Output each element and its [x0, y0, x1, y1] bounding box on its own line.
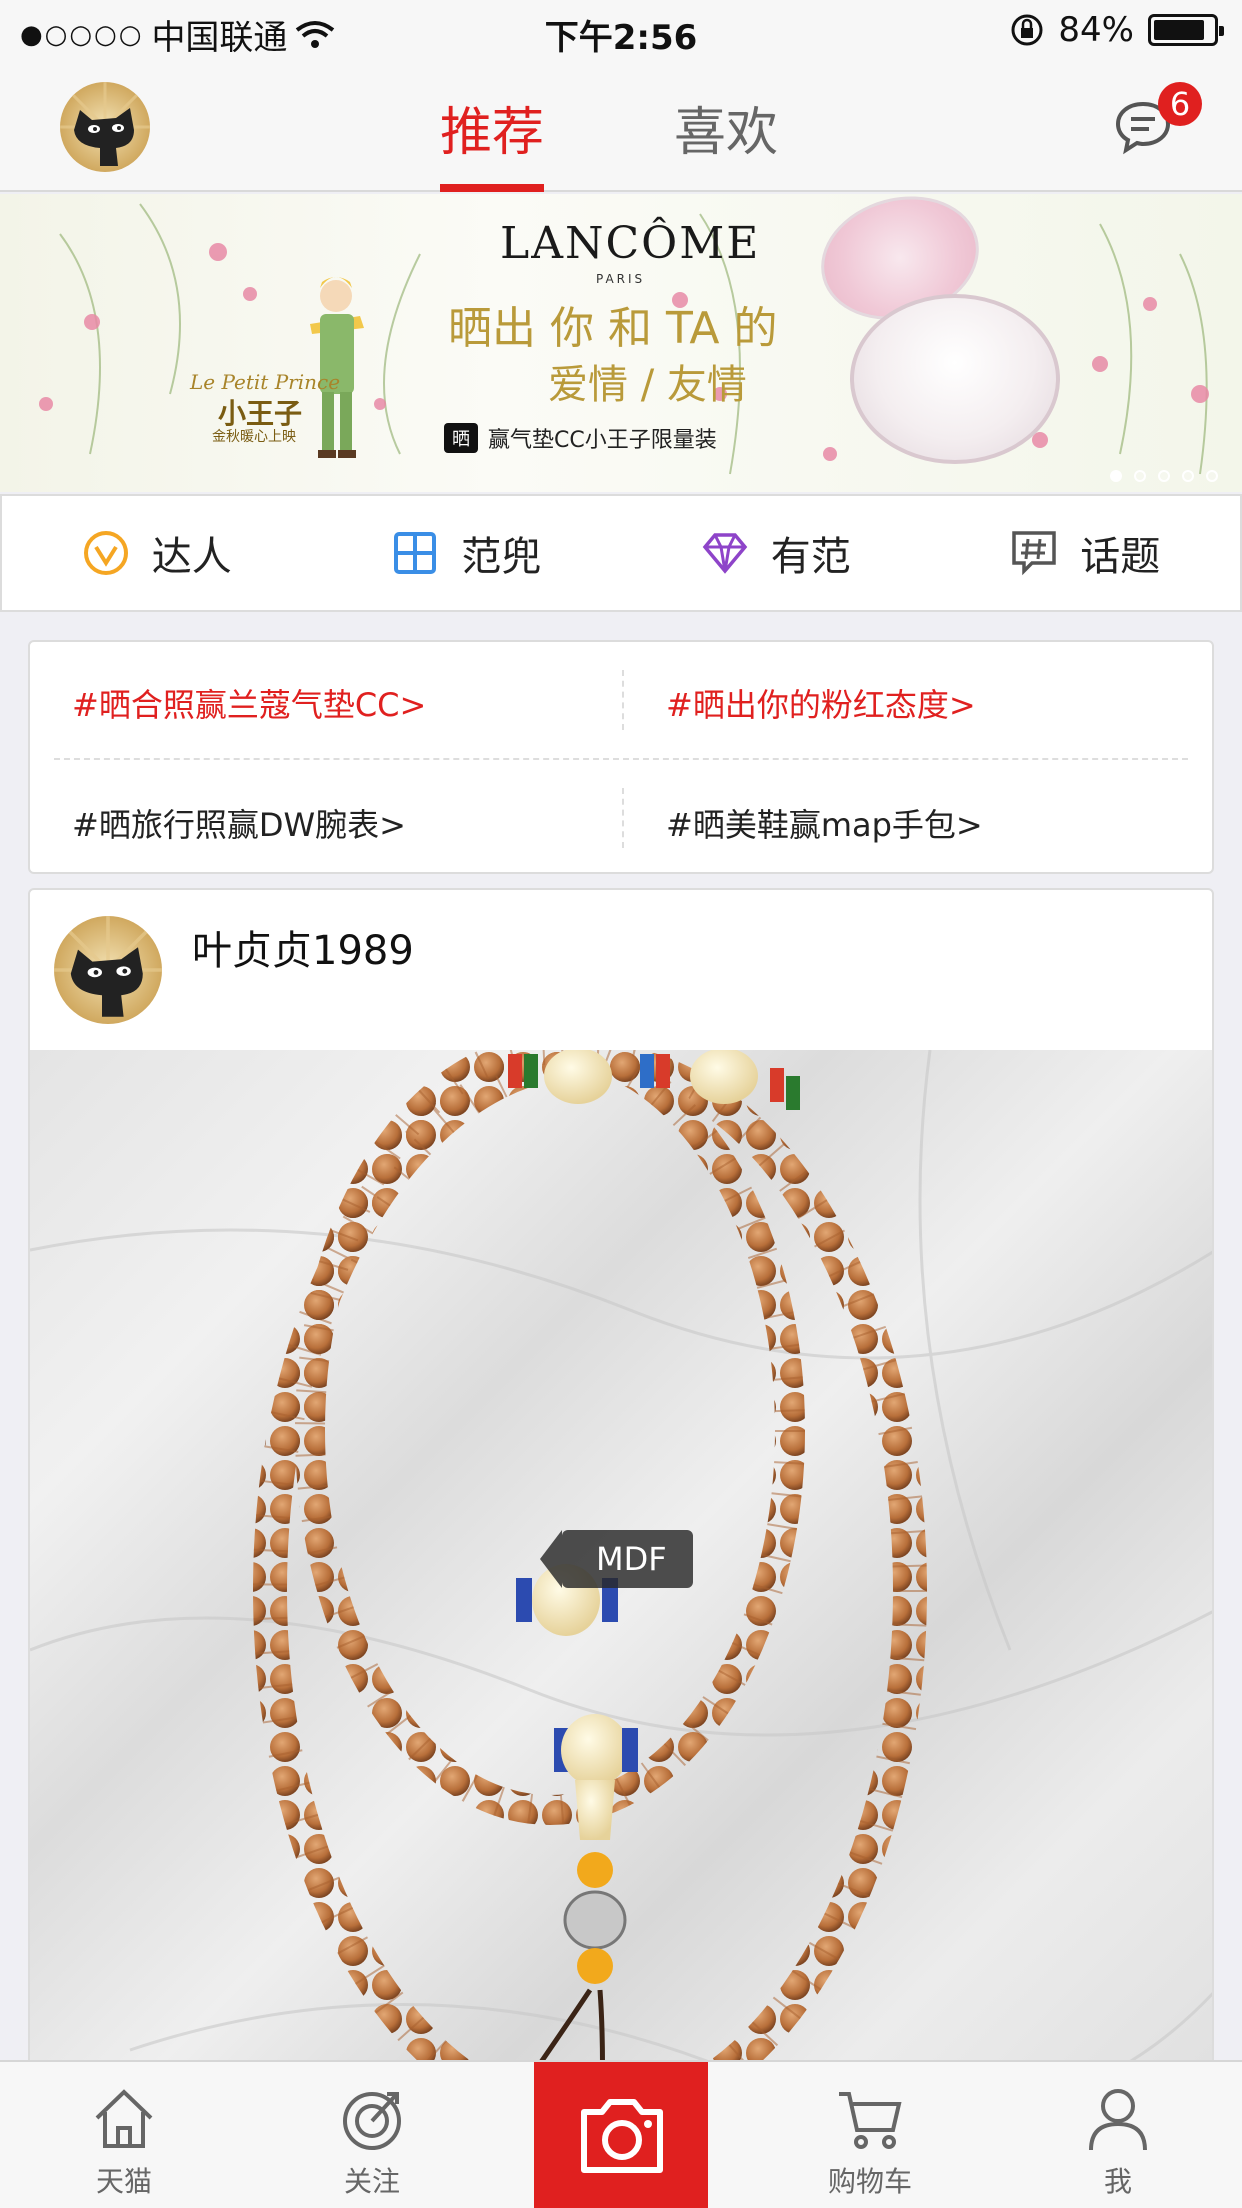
category-label: 有范 [770, 534, 851, 580]
post-card: 叶贞贞1989 [28, 888, 1214, 2148]
category-label: 达人 [151, 534, 232, 580]
diamond-icon [702, 533, 748, 574]
pager-dot[interactable] [1206, 470, 1218, 482]
post-username[interactable]: 叶贞贞1989 [192, 918, 414, 976]
pager-dot[interactable] [1182, 470, 1194, 482]
target-icon [343, 2092, 401, 2150]
cart-icon [839, 2092, 902, 2149]
tab-recommend[interactable]: 推荐 [440, 90, 545, 192]
banner-promo: 晒 赢气垫CC小王子限量装 [444, 422, 717, 454]
topic-divider [54, 758, 1188, 760]
tab-tmall[interactable]: 天猫 [44, 2062, 204, 2208]
user-icon [1089, 2089, 1147, 2151]
battery-percent: 84% [1058, 10, 1134, 50]
tab-label: 我 [1103, 2165, 1132, 2198]
topic-link[interactable]: #晒美鞋赢map手包> [666, 800, 983, 846]
pager-dot[interactable] [1158, 470, 1170, 482]
banner-pager[interactable] [1110, 470, 1218, 482]
category-topics[interactable]: 话题 [931, 496, 1241, 610]
category-label: 范兜 [461, 534, 542, 580]
brand-logo: LANCÔME [500, 218, 761, 269]
category-label: 话题 [1080, 534, 1161, 580]
tab-label: 天猫 [95, 2165, 152, 2198]
photo-tag[interactable]: MDF [540, 1530, 693, 1588]
tab-cart[interactable]: 购物车 [790, 2062, 950, 2208]
topic-link[interactable]: #晒合照赢兰蔻气垫CC> [72, 680, 426, 726]
category-fandou[interactable]: 范兜 [312, 496, 622, 610]
cushion-compact [850, 294, 1060, 464]
tab-likes[interactable]: 喜欢 [674, 90, 778, 192]
topic-divider [622, 788, 624, 848]
category-row: 达人 范兜 有范 话题 [0, 494, 1242, 612]
top-nav: 推荐 喜欢 6 [0, 64, 1242, 192]
tab-me[interactable]: 我 [1038, 2062, 1198, 2208]
home-icon [95, 2089, 153, 2148]
category-experts[interactable]: 达人 [2, 496, 312, 610]
hot-topics: #晒合照赢兰蔻气垫CC> #晒出你的粉红态度> #晒旅行照赢DW腕表> #晒美鞋… [28, 640, 1214, 874]
pager-dot[interactable] [1110, 470, 1122, 482]
movie-subtitle: 金秋暖心上映 [212, 429, 296, 445]
camera-icon [581, 2099, 663, 2173]
orientation-lock-icon [1011, 14, 1043, 46]
tab-follow[interactable]: 关注 [292, 2062, 452, 2208]
camera-button[interactable] [534, 2062, 708, 2208]
tab-label: 关注 [343, 2165, 400, 2198]
cat-avatar-icon [54, 916, 162, 1024]
message-count-badge: 6 [1158, 82, 1202, 126]
little-prince-figure [310, 277, 364, 458]
promo-tag: 晒 [444, 423, 478, 453]
movie-title-en: Le Petit Prince [190, 370, 341, 394]
post-photo[interactable] [30, 1050, 1212, 2146]
tab-label: 购物车 [827, 2165, 912, 2198]
user-avatar[interactable] [60, 82, 150, 172]
banner-subheadline: 爱情 / 友情 [548, 362, 747, 408]
cat-avatar-icon [60, 82, 150, 172]
brand-sub: PARIS [596, 272, 646, 286]
promo-text: 赢气垫CC小王子限量装 [488, 428, 717, 453]
hashtag-chat-icon [1012, 531, 1056, 576]
category-youfan[interactable]: 有范 [621, 496, 931, 610]
battery-icon [1148, 14, 1224, 46]
banner-headline: 晒出 你 和 TA 的 [448, 303, 778, 354]
topic-link[interactable]: #晒出你的粉红态度> [666, 680, 976, 726]
v-badge-icon [83, 531, 128, 575]
promo-banner[interactable]: Le Petit Prince 小王子 金秋暖心上映 LANCÔME PARIS… [0, 194, 1242, 492]
grid-icon [394, 532, 437, 574]
topic-link[interactable]: #晒旅行照赢DW腕表> [72, 800, 406, 846]
prayer-beads-image [30, 1050, 1212, 2146]
topic-divider [622, 670, 624, 730]
pager-dot[interactable] [1134, 470, 1146, 482]
status-bar: ●○○○○ 中国联通 下午2:56 84% [0, 0, 1242, 64]
post-author-avatar[interactable] [54, 916, 162, 1024]
